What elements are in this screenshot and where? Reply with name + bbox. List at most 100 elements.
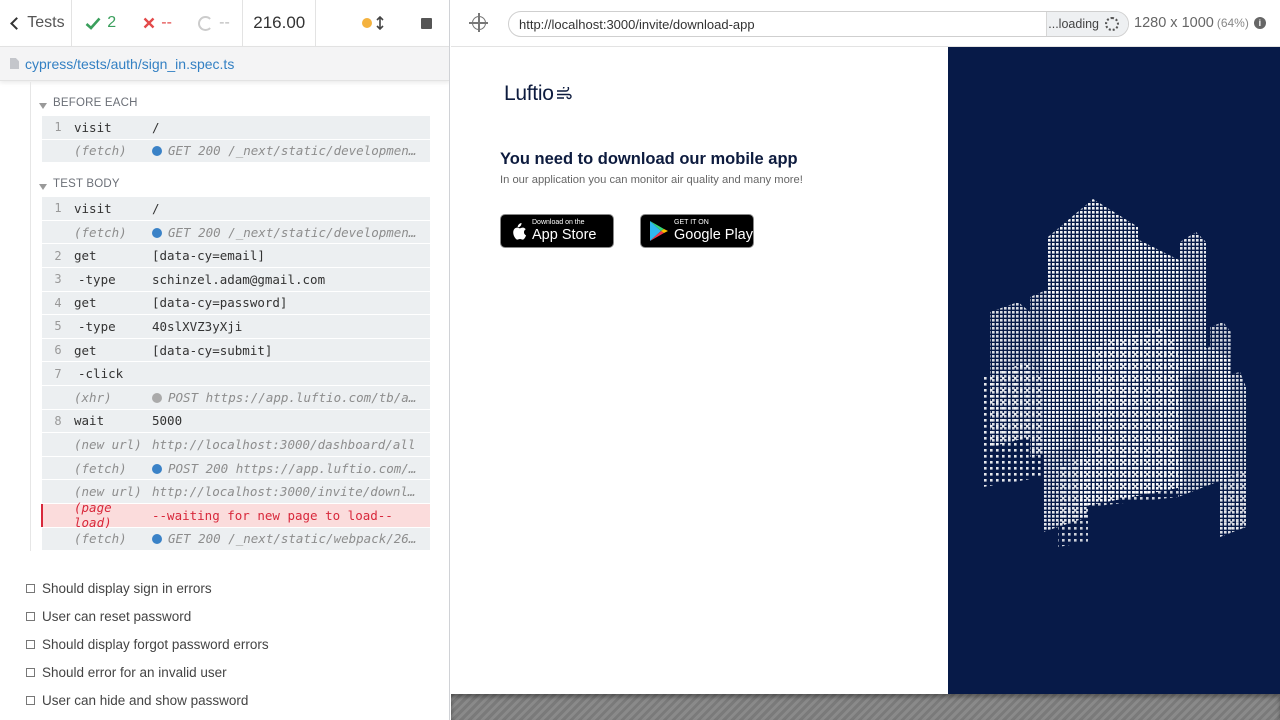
command-message-text: /	[152, 200, 160, 216]
command-row[interactable]: 4 get [data-cy=password]	[42, 291, 430, 316]
test-title: User can hide and show password	[42, 692, 249, 708]
stats-bar: Tests 2 -- -- 216.00	[0, 0, 449, 47]
command-row[interactable]: (fetch) GET 200 /_next/static/webpack/264…	[42, 527, 430, 552]
checkbox-icon	[26, 695, 35, 705]
pending-icon	[198, 15, 214, 31]
command-name: (fetch)	[74, 224, 127, 240]
url-bar[interactable]: http://localhost:3000/invite/download-ap…	[508, 11, 1129, 37]
command-message: GET 200 /_next/static/development/pages/…	[152, 225, 430, 240]
command-row[interactable]: 1 visit /	[42, 116, 430, 140]
command-row[interactable]: 7 -click	[42, 362, 430, 386]
checkbox-icon	[26, 583, 35, 593]
command-row[interactable]: 6 get [data-cy=submit]	[42, 338, 430, 363]
app-store-text: Download on the App Store	[532, 219, 597, 243]
pending-tests-list: Should display sign in errors User can re…	[26, 574, 436, 714]
app-store-button[interactable]: Download on the App Store	[500, 214, 614, 248]
file-icon	[10, 58, 19, 69]
logo-text: Luftio	[504, 82, 554, 105]
viewport-overflow-area	[451, 694, 1280, 720]
google-play-text: GET IT ON Google Play	[674, 219, 753, 243]
command-message: /	[152, 120, 430, 135]
google-play-button[interactable]: GET IT ON Google Play	[640, 214, 754, 248]
command-name: -type	[78, 318, 116, 334]
command-message: 40slXVZ3yXji	[152, 319, 430, 334]
command-number: 6	[54, 343, 62, 358]
failed-count: --	[130, 0, 186, 46]
x-icon	[143, 17, 155, 29]
command-row[interactable]: (fetch) GET 200 /_next/static/development…	[42, 220, 430, 245]
hook-title[interactable]: BEFORE EACH	[31, 82, 430, 116]
google-play-icon	[650, 221, 668, 241]
test-item[interactable]: Should display sign in errors	[26, 574, 436, 602]
command-row[interactable]: 8 wait 5000	[42, 409, 430, 434]
command-message: /	[152, 201, 430, 216]
test-item[interactable]: User can reset password	[26, 602, 436, 630]
tests-back-button[interactable]: Tests	[0, 0, 72, 46]
app-under-test: Luftio You need to download our mobile a…	[451, 47, 1280, 694]
caret-down-icon	[39, 103, 47, 109]
command-message: [data-cy=password]	[152, 295, 430, 310]
checkbox-icon	[26, 639, 35, 649]
command-name: visit	[74, 200, 112, 216]
selector-playground-icon[interactable]	[469, 13, 488, 32]
command-name: visit	[74, 119, 112, 135]
command-name: (fetch)	[74, 143, 127, 159]
browser-header: http://localhost:3000/invite/download-ap…	[451, 0, 1280, 47]
command-message: http://localhost:3000/dashboard/all	[152, 437, 430, 452]
viewport-info: 1280 x 1000 (64%) i	[1134, 15, 1266, 31]
command-name: wait	[74, 413, 105, 429]
command-row[interactable]: 1 visit /	[42, 197, 430, 221]
google-play-big: Google Play	[674, 227, 753, 243]
command-message: POST 200 https://app.luftio.com/backend/…	[152, 461, 430, 476]
passed-value: 2	[107, 14, 117, 31]
duration: 216.00	[243, 0, 317, 46]
command-row[interactable]: (fetch) GET 200 /_next/static/development…	[42, 139, 430, 164]
failed-value: --	[161, 14, 172, 31]
pending-count: --	[186, 0, 244, 46]
command-message-text: GET 200 /_next/static/development/pages/…	[168, 143, 430, 159]
command-row[interactable]: 2 get [data-cy=email]	[42, 244, 430, 268]
runner-controls	[316, 0, 449, 46]
viewport-size: 1280 x 1000	[1134, 15, 1214, 31]
caret-down-icon	[39, 184, 47, 191]
command-message-text: 5000	[152, 413, 183, 429]
luftio-logo: Luftio	[504, 82, 572, 106]
scroll-arrows-icon	[376, 16, 384, 30]
command-message: 5000	[152, 413, 430, 428]
apple-icon	[513, 222, 527, 240]
command-name: -type	[78, 271, 116, 287]
command-message-text: [data-cy=submit]	[152, 342, 273, 358]
command-message-text: GET 200 /_next/static/webpack/264a8b1c.h…	[168, 531, 430, 547]
app-store-small: Download on the	[532, 219, 585, 226]
command-log: BEFORE EACH 1 visit / (fetch) GET 200 /_next/…	[30, 82, 430, 552]
command-number: 7	[54, 366, 62, 381]
command-row[interactable]: 5 -type 40slXVZ3yXji	[42, 315, 430, 339]
status-dot-icon	[152, 534, 162, 545]
status-dot-icon	[152, 146, 162, 157]
hook-title[interactable]: TEST BODY	[31, 163, 430, 197]
command-row[interactable]: (fetch) POST 200 https://app.luftio.com/b…	[42, 456, 430, 481]
stop-button[interactable]	[420, 17, 432, 29]
spec-path-link[interactable]: cypress/tests/auth/sign_in.spec.ts	[25, 56, 234, 72]
test-item[interactable]: Should error for an invalid user	[26, 658, 436, 686]
test-item[interactable]: User can hide and show password	[26, 686, 436, 714]
command-row[interactable]: 3 -type schinzel.adam@gmail.com	[42, 267, 430, 292]
command-number: 1	[54, 201, 62, 216]
hook-title-label: TEST BODY	[53, 178, 120, 191]
loading-spinner-icon	[1105, 17, 1119, 31]
test-item[interactable]: Should display forgot password errors	[26, 630, 436, 658]
command-message-text: GET 200 /_next/static/development/pages/…	[168, 224, 430, 240]
command-row[interactable]: (new url) http://localhost:3000/dashboard…	[42, 433, 430, 457]
auto-scroll-toggle[interactable]	[362, 16, 384, 30]
command-name: (page load)	[74, 500, 112, 531]
status-dot-icon	[152, 392, 162, 403]
command-row[interactable]: (xhr) POST https://app.luftio.com/tb/api/…	[42, 385, 430, 410]
command-message: GET 200 /_next/static/development/pages/…	[152, 143, 430, 158]
command-row[interactable]: (page load) --waiting for new page to loa…	[41, 500, 430, 530]
hook-title-label: BEFORE EACH	[53, 97, 138, 109]
command-message-text: [data-cy=password]	[152, 295, 288, 311]
check-icon	[85, 17, 101, 30]
command-number: 8	[54, 413, 62, 428]
info-icon[interactable]: i	[1253, 17, 1266, 29]
checkbox-icon	[26, 611, 35, 621]
